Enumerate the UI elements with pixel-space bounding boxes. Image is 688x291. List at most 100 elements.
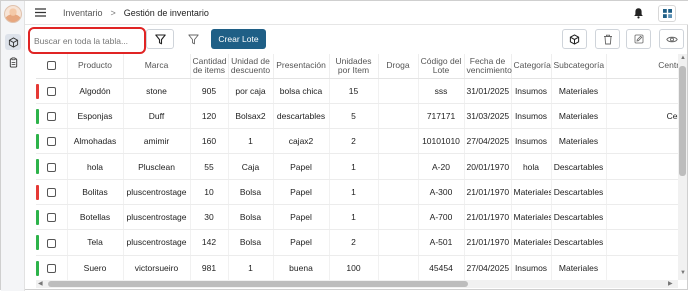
cell-codigo: sss <box>418 78 465 104</box>
cell-cantidad: 142 <box>190 229 229 256</box>
table-row[interactable]: Botellas pluscentrostage 30 Bolsa Papel 1 A-70… <box>36 204 678 231</box>
column-header[interactable]: Presentación <box>273 54 330 79</box>
hamburger-icon[interactable] <box>35 8 46 19</box>
cell-producto: Esponjas <box>67 103 124 130</box>
row-select-cell <box>36 78 68 104</box>
column-header[interactable]: Categoría <box>511 54 552 79</box>
cell-presentacion: descartables <box>273 103 330 130</box>
cell-cantidad: 10 <box>190 179 229 205</box>
table-row[interactable]: hola Plusclean 55 Caja Papel 1 A-20 20/01/1970 h… <box>36 153 678 180</box>
create-lot-button[interactable]: Crear Lote <box>211 29 266 49</box>
cell-unidades_item: 1 <box>329 153 379 180</box>
cell-centro: Centro St <box>606 78 678 104</box>
cube-icon[interactable] <box>5 34 21 50</box>
cell-cantidad: 905 <box>190 78 229 104</box>
breadcrumb: Inventario > Gestión de inventario <box>63 8 209 18</box>
cell-codigo: 10101010 <box>418 128 465 155</box>
clear-filters-button[interactable] <box>179 29 207 49</box>
cell-marca: Plusclean <box>123 153 191 180</box>
select-all-cell <box>36 54 68 79</box>
search-input[interactable] <box>34 32 140 50</box>
cell-codigo: A-300 <box>418 179 465 205</box>
row-checkbox[interactable] <box>46 112 56 122</box>
column-header[interactable]: Producto <box>67 54 124 79</box>
horizontal-scrollbar[interactable]: ◀ ▶ <box>36 280 678 288</box>
cell-marca: victorsueiro <box>123 255 191 280</box>
grid-icon[interactable] <box>658 5 676 22</box>
cell-codigo: 45454 <box>418 255 465 280</box>
cell-producto: Bolitas <box>67 179 124 205</box>
cell-codigo: 717171 <box>418 103 465 130</box>
view-button[interactable] <box>659 29 684 49</box>
status-flag <box>36 83 39 99</box>
cell-cantidad: 120 <box>190 103 229 130</box>
cell-centro: Centro St <box>606 128 678 155</box>
table-row[interactable]: Bolitas pluscentrostage 10 Bolsa Papel 1 A-300… <box>36 179 678 205</box>
cell-centro: Centro St <box>606 229 678 256</box>
row-select-cell <box>36 103 68 130</box>
scroll-down-icon[interactable]: ▼ <box>680 270 686 276</box>
filter-button[interactable] <box>146 29 174 49</box>
cell-subcategoria: Materiales <box>551 103 607 130</box>
scroll-right-icon[interactable]: ▶ <box>668 280 673 287</box>
breadcrumb-parent[interactable]: Inventario <box>63 8 103 18</box>
cell-presentacion: Papel <box>273 204 330 231</box>
column-header[interactable]: Unidad de descuento <box>228 54 274 79</box>
cell-centro: Centro St <box>606 204 678 231</box>
horizontal-scroll-thumb[interactable] <box>48 281 468 287</box>
cell-producto: Suero <box>67 255 124 280</box>
package-button[interactable] <box>562 29 587 49</box>
cell-subcategoria: Materiales <box>551 78 607 104</box>
avatar[interactable] <box>4 5 22 23</box>
column-header[interactable]: Fecha de vencimiento <box>464 54 512 79</box>
cell-droga <box>378 179 419 205</box>
column-header[interactable]: Droga <box>378 54 419 79</box>
table-row[interactable]: Esponjas Duff 120 Bolsax2 descartables 5 71717… <box>36 103 678 130</box>
edit-button[interactable] <box>626 29 651 49</box>
column-header[interactable]: Unidades por Item <box>329 54 379 79</box>
cell-presentacion: buena <box>273 255 330 280</box>
select-all-checkbox[interactable] <box>46 61 56 71</box>
table-header-row: Producto Marca Cantidad de items Unidad … <box>36 54 678 79</box>
column-header[interactable]: Subcategoría <box>551 54 607 79</box>
cell-categoria: Insumos <box>511 255 552 280</box>
row-select-cell <box>36 255 68 280</box>
cell-droga <box>378 255 419 280</box>
box-icon <box>569 33 580 45</box>
clipboard-icon[interactable] <box>5 54 21 70</box>
cell-droga <box>378 78 419 104</box>
pencil-icon <box>634 34 643 44</box>
vertical-scrollbar[interactable]: ▲ ▼ <box>678 54 687 280</box>
eye-icon <box>665 36 678 42</box>
cell-droga <box>378 128 419 155</box>
column-header[interactable]: Centro <box>606 54 678 79</box>
row-checkbox[interactable] <box>46 238 56 248</box>
row-checkbox[interactable] <box>46 86 56 96</box>
delete-button[interactable] <box>595 29 620 49</box>
row-checkbox[interactable] <box>46 187 56 197</box>
scroll-left-icon[interactable]: ◀ <box>38 280 43 287</box>
cell-categoria: Materiales <box>511 204 552 231</box>
vertical-scroll-thumb[interactable] <box>679 66 686 176</box>
column-header[interactable]: Cantidad de items <box>190 54 229 79</box>
table-row[interactable]: Almohadas amimir 160 1 cajax2 2 10101010 27/04/… <box>36 128 678 155</box>
cell-presentacion: Papel <box>273 179 330 205</box>
cell-fecha: 31/01/2025 <box>464 78 512 104</box>
row-checkbox[interactable] <box>46 137 56 147</box>
row-checkbox[interactable] <box>46 213 56 223</box>
cell-presentacion: Papel <box>273 229 330 256</box>
cell-fecha: 21/01/1970 <box>464 229 512 256</box>
bell-icon[interactable] <box>633 7 644 21</box>
cell-cantidad: 160 <box>190 128 229 155</box>
cell-fecha: 21/01/1970 <box>464 204 512 231</box>
table-row[interactable]: Tela pluscentrostage 142 Bolsa Papel 2 A-501 21… <box>36 229 678 256</box>
filter-icon <box>154 33 166 44</box>
table-row[interactable]: Suero victorsueiro 981 1 buena 100 45454 27/04/… <box>36 255 678 280</box>
table-row[interactable]: Algodón stone 905 por caja bolsa chica 15 sss 3… <box>36 78 678 104</box>
search-box <box>28 27 146 54</box>
row-checkbox[interactable] <box>46 263 56 273</box>
column-header[interactable]: Marca <box>123 54 191 79</box>
column-header[interactable]: Código del Lote <box>418 54 465 79</box>
scroll-up-icon[interactable]: ▲ <box>680 55 686 61</box>
row-checkbox[interactable] <box>46 162 56 172</box>
